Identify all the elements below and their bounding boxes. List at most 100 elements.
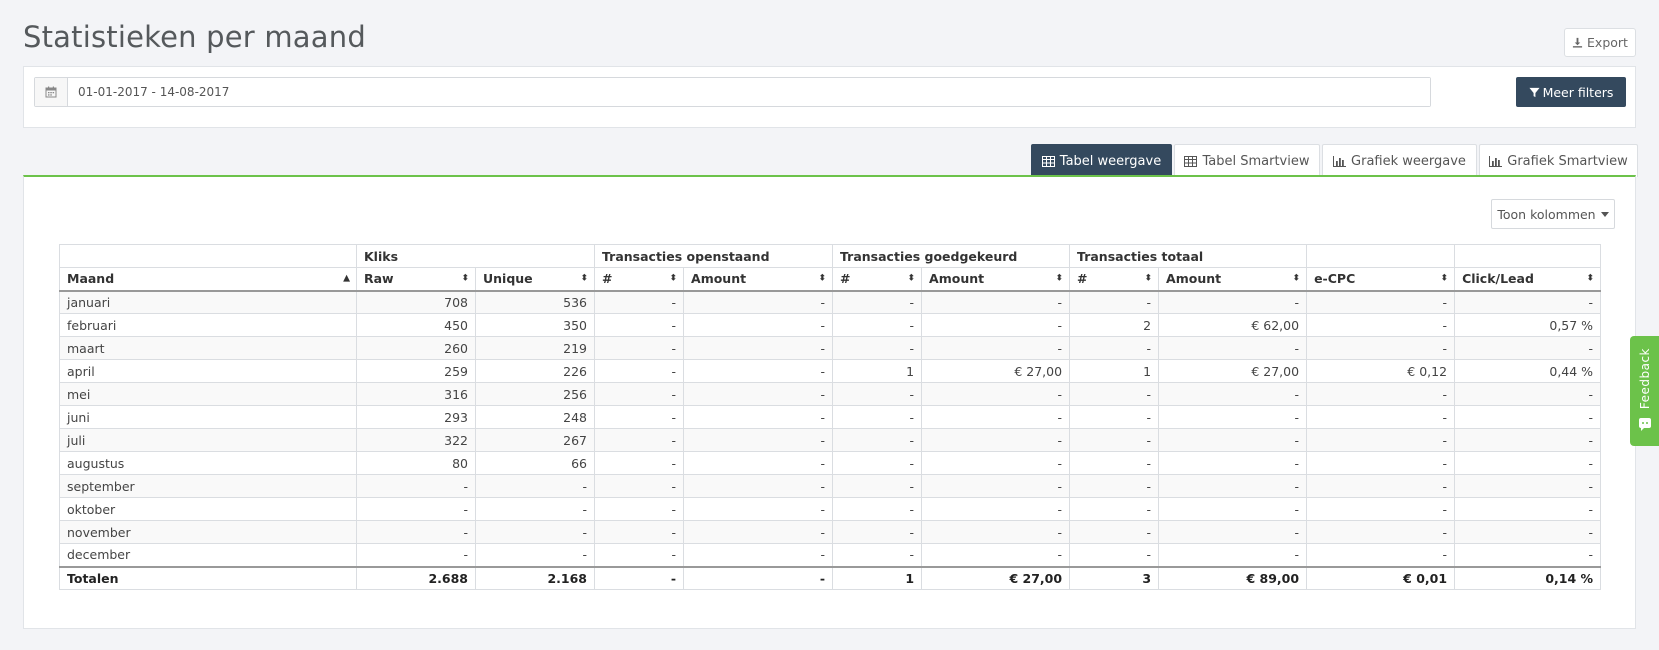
cell-approved-amount: - bbox=[921, 313, 1071, 337]
cell-ecpc: - bbox=[1306, 543, 1456, 567]
sort-icon: ⬍ bbox=[580, 273, 589, 284]
cell-total-count: - bbox=[1069, 428, 1160, 452]
cell-total-count: - bbox=[1069, 290, 1160, 314]
cell-total-amount: - bbox=[1158, 405, 1308, 429]
cell-click-lead: - bbox=[1454, 543, 1602, 567]
column-header-click-lead[interactable]: Click/Lead ⬍ bbox=[1454, 267, 1602, 292]
cell-open-count: - bbox=[594, 543, 685, 567]
cell-open-amount: - bbox=[683, 474, 834, 498]
column-header-label: # bbox=[602, 271, 613, 287]
cell-unique: 536 bbox=[474, 290, 596, 314]
cell-ecpc: € 0,12 bbox=[1306, 359, 1456, 383]
table-row: december - - - - - - - - - - bbox=[59, 543, 1602, 567]
column-header-ecpc[interactable]: e-CPC ⬍ bbox=[1306, 267, 1456, 292]
column-header-total-count[interactable]: # ⬍ bbox=[1069, 267, 1160, 292]
cell-click-lead: - bbox=[1454, 336, 1602, 360]
column-header-maand[interactable]: Maand ▲ bbox=[59, 267, 357, 292]
table-group-header-row: Kliks Transacties openstaand Transacties… bbox=[59, 244, 1602, 268]
column-header-label: Amount bbox=[691, 271, 747, 287]
cell-approved-amount: - bbox=[921, 405, 1071, 429]
cell-month: augustus bbox=[59, 451, 357, 475]
cell-raw: - bbox=[356, 497, 476, 521]
sort-icon: ⬍ bbox=[1055, 273, 1064, 284]
feedback-label: Feedback bbox=[1637, 348, 1652, 410]
export-button[interactable]: Export bbox=[1564, 28, 1636, 57]
cell-total-amount: - bbox=[1158, 382, 1308, 406]
cell-ecpc: - bbox=[1306, 520, 1456, 544]
tab-tabel-weergave[interactable]: Tabel weergave bbox=[1031, 144, 1172, 177]
cell-total-amount: - bbox=[1158, 543, 1308, 567]
group-header-approved: Transacties goedgekeurd bbox=[832, 244, 1071, 268]
cell-open-amount: - bbox=[683, 543, 834, 567]
column-header-label: # bbox=[1077, 271, 1088, 287]
column-header-total-amount[interactable]: Amount ⬍ bbox=[1158, 267, 1308, 292]
calendar-icon[interactable] bbox=[35, 78, 68, 106]
cell-click-lead: - bbox=[1454, 382, 1602, 406]
column-header-raw[interactable]: Raw ⬍ bbox=[356, 267, 476, 292]
cell-total-count: 2 bbox=[1069, 313, 1160, 337]
cell-approved-amount: - bbox=[921, 520, 1071, 544]
cell-click-lead: - bbox=[1454, 405, 1602, 429]
cell-click-lead: - bbox=[1454, 451, 1602, 475]
table-icon bbox=[1041, 155, 1055, 167]
cell-ecpc: - bbox=[1306, 313, 1456, 337]
more-filters-button[interactable]: Meer filters bbox=[1516, 77, 1626, 107]
feedback-tab[interactable]: Feedback bbox=[1630, 336, 1659, 446]
page-title: Statistieken per maand bbox=[23, 20, 366, 54]
cell-unique: 256 bbox=[474, 382, 596, 406]
cell-month: september bbox=[59, 474, 357, 498]
sort-icon: ⬍ bbox=[1292, 273, 1301, 284]
tab-tabel-smartview[interactable]: Tabel Smartview bbox=[1174, 144, 1320, 177]
cell-unique: 350 bbox=[474, 313, 596, 337]
group-header-empty bbox=[59, 244, 357, 268]
sort-asc-icon: ▲ bbox=[343, 273, 350, 284]
cell-open-amount: - bbox=[683, 497, 834, 521]
column-header-label: Click/Lead bbox=[1462, 271, 1534, 287]
total-raw: 2.688 bbox=[356, 565, 476, 590]
tab-label: Grafiek weergave bbox=[1351, 153, 1466, 169]
column-header-open-amount[interactable]: Amount ⬍ bbox=[683, 267, 834, 292]
more-filters-label: Meer filters bbox=[1542, 84, 1614, 100]
table-row: juni 293 248- - - - - - - - bbox=[59, 405, 1602, 429]
total-approved-count: 1 bbox=[832, 565, 923, 590]
cell-click-lead: - bbox=[1454, 428, 1602, 452]
date-range-input[interactable] bbox=[68, 78, 1430, 106]
total-open-count: - bbox=[594, 565, 685, 590]
column-header-unique[interactable]: Unique ⬍ bbox=[474, 267, 596, 292]
column-header-approved-count[interactable]: # ⬍ bbox=[832, 267, 923, 292]
cell-open-amount: - bbox=[683, 428, 834, 452]
group-header-kliks: Kliks bbox=[355, 244, 596, 268]
tab-label: Tabel Smartview bbox=[1202, 153, 1310, 169]
cell-total-count: - bbox=[1069, 497, 1160, 521]
stats-table: Kliks Transacties openstaand Transacties… bbox=[59, 244, 1602, 590]
cell-approved-count: - bbox=[832, 336, 923, 360]
cell-open-count: - bbox=[594, 405, 685, 429]
bar-chart-icon bbox=[1489, 155, 1503, 167]
column-header-approved-amount[interactable]: Amount ⬍ bbox=[921, 267, 1071, 292]
cell-open-count: - bbox=[594, 290, 685, 314]
cell-approved-amount: - bbox=[921, 451, 1071, 475]
cell-approved-count: - bbox=[832, 290, 923, 314]
cell-open-count: - bbox=[594, 474, 685, 498]
total-ecpc: € 0,01 bbox=[1306, 565, 1456, 590]
cell-open-amount: - bbox=[683, 313, 834, 337]
cell-approved-count: - bbox=[832, 428, 923, 452]
sort-icon: ⬍ bbox=[1440, 273, 1449, 284]
show-columns-button[interactable]: Toon kolommen bbox=[1491, 199, 1615, 229]
cell-click-lead: 0,44 % bbox=[1454, 359, 1602, 383]
tab-grafiek-weergave[interactable]: Grafiek weergave bbox=[1322, 144, 1477, 177]
column-header-label: Amount bbox=[1166, 271, 1222, 287]
table-row: november - - - - - - - - - - bbox=[59, 520, 1602, 544]
table-row: augustus 80 66- - - - - - - - bbox=[59, 451, 1602, 475]
cell-total-amount: - bbox=[1158, 290, 1308, 314]
tab-grafiek-smartview[interactable]: Grafiek Smartview bbox=[1479, 144, 1638, 177]
cell-open-count: - bbox=[594, 497, 685, 521]
cell-open-amount: - bbox=[683, 359, 834, 383]
cell-total-count: - bbox=[1069, 405, 1160, 429]
sort-icon: ⬍ bbox=[461, 273, 469, 284]
column-header-open-count[interactable]: # ⬍ bbox=[594, 267, 685, 292]
cell-unique: 267 bbox=[474, 428, 596, 452]
cell-total-count: - bbox=[1069, 336, 1160, 360]
total-total-amount: € 89,00 bbox=[1158, 565, 1308, 590]
cell-open-count: - bbox=[594, 336, 685, 360]
